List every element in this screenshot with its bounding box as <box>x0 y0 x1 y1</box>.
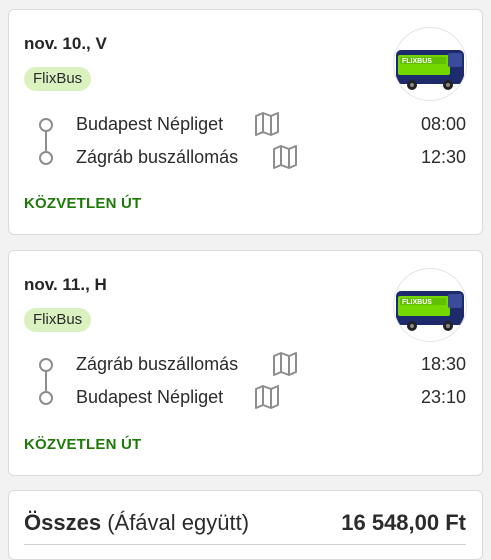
arrival-time: 23:10 <box>420 387 466 407</box>
svg-text:FLIXBUS: FLIXBUS <box>402 58 432 65</box>
trip-date: nov. 10., V <box>24 34 107 53</box>
total-price: 16 548,00 Ft <box>341 510 466 535</box>
departure-time: 18:30 <box>420 354 466 374</box>
operator-badge: FlixBus <box>24 67 92 91</box>
arrival-time: 12:30 <box>420 147 466 167</box>
trip-card-outbound[interactable]: nov. 10., V FlixBus FLIXBUS Budapest Nép… <box>8 9 483 235</box>
arrival-station: Zágráb buszállomás <box>76 147 239 167</box>
arrival-station: Budapest Népliget <box>76 387 224 407</box>
total-title: Összes <box>24 510 102 535</box>
bus-logo-icon: FLIXBUS <box>393 27 467 101</box>
svg-text:FLIXBUS: FLIXBUS <box>402 299 432 306</box>
operator-badge: FlixBus <box>24 308 92 332</box>
departure-dot <box>39 118 53 132</box>
route-line <box>45 132 47 151</box>
map-icon[interactable] <box>272 351 298 377</box>
arrival-dot <box>39 391 53 405</box>
map-icon[interactable] <box>254 111 280 137</box>
trip-date: nov. 11., H <box>24 275 107 294</box>
direct-trip-label: KÖZVETLEN ÚT <box>24 436 142 453</box>
total-label: Összes (Áfával együtt) <box>24 510 249 536</box>
map-icon[interactable] <box>272 144 298 170</box>
route-line <box>45 372 47 391</box>
price-summary-card: Összes (Áfával együtt) 16 548,00 Ft <box>8 490 483 560</box>
trip-card-return[interactable]: nov. 11., H FlixBus FLIXBUS Zágráb buszá… <box>8 250 483 476</box>
departure-station: Zágráb buszállomás <box>76 354 239 374</box>
departure-time: 08:00 <box>420 114 466 134</box>
vat-note: (Áfával együtt) <box>107 510 250 535</box>
departure-dot <box>39 358 53 372</box>
map-icon[interactable] <box>254 384 280 410</box>
direct-trip-label: KÖZVETLEN ÚT <box>24 195 142 212</box>
departure-station: Budapest Népliget <box>76 114 224 134</box>
arrival-dot <box>39 151 53 165</box>
bus-logo-icon: FLIXBUS <box>393 268 467 342</box>
